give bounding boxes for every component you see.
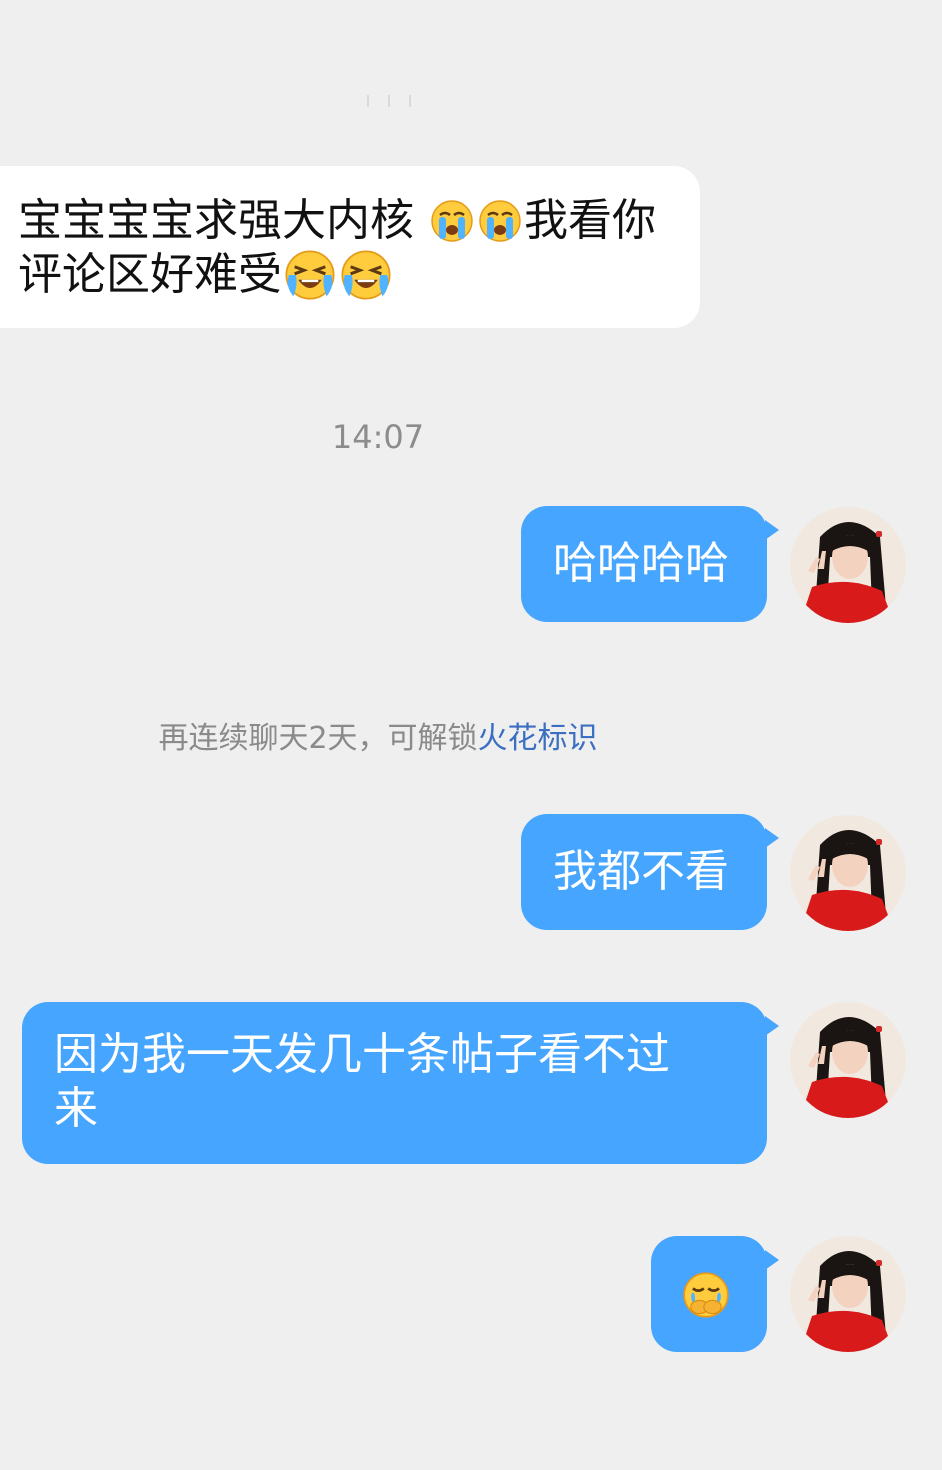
incoming-text-part: 评论区好难受 (18, 249, 282, 300)
avatar[interactable] (790, 507, 906, 623)
avatar-image (790, 1002, 906, 1118)
incoming-text-part: 宝宝宝宝求强大内核 (18, 195, 428, 246)
message-timestamp: 14:07 (331, 418, 425, 456)
incoming-message-bubble[interactable]: 宝宝宝宝求强大内核 我看你 评论区好难受 (0, 166, 700, 328)
outgoing-text-line: 因为我一天发几十条帖子看不过 (54, 1029, 670, 1080)
loudly-crying-face-icon (285, 250, 335, 300)
crying-face-icon (431, 200, 473, 242)
outgoing-message-bubble[interactable]: 哈哈哈哈 (521, 506, 779, 622)
incoming-text-part: 我看你 (524, 195, 656, 246)
outgoing-message-text: 因为我一天发几十条帖子看不过 来 (54, 1028, 670, 1136)
outgoing-emoji-bubble[interactable] (651, 1236, 779, 1352)
incoming-message-text: 宝宝宝宝求强大内核 我看你 评论区好难受 (18, 194, 698, 302)
avatar[interactable] (790, 1002, 906, 1118)
crying-face-icon (479, 200, 521, 242)
crying-covering-mouth-icon (683, 1272, 729, 1318)
spark-badge-link[interactable]: 火花标识 (478, 721, 598, 756)
loudly-crying-face-icon (341, 250, 391, 300)
avatar-image (790, 815, 906, 931)
outgoing-message-bubble[interactable]: 因为我一天发几十条帖子看不过 来 (22, 1002, 779, 1164)
top-marker: ı ı ı (364, 88, 418, 113)
outgoing-message-bubble[interactable]: 我都不看 (521, 814, 779, 930)
avatar-image (790, 507, 906, 623)
outgoing-text-line: 来 (54, 1083, 98, 1134)
spark-notice-text: 再连续聊天2天，可解锁 (158, 721, 478, 756)
outgoing-message-text: 哈哈哈哈 (553, 538, 729, 589)
outgoing-message-text: 我都不看 (553, 846, 729, 897)
spark-notice: 再连续聊天2天，可解锁火花标识 (0, 713, 756, 757)
avatar-image (790, 1236, 906, 1352)
avatar[interactable] (790, 815, 906, 931)
avatar[interactable] (790, 1236, 906, 1352)
